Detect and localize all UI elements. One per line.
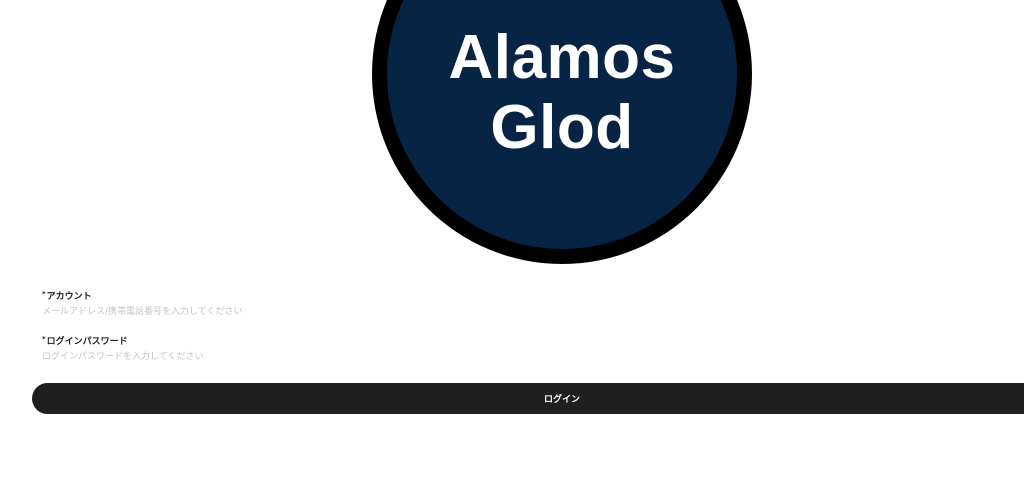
password-required-mark: * — [42, 335, 46, 343]
password-input[interactable] — [42, 350, 542, 364]
password-label-text: ログインパスワード — [46, 337, 128, 347]
account-required-mark: * — [42, 290, 46, 298]
password-label: *ログインパスワード — [42, 333, 128, 348]
account-label-text: アカウント — [46, 292, 92, 302]
brand-logo-circle: Alamos Glod — [387, 0, 737, 249]
login-button[interactable]: ログイン — [32, 383, 1024, 414]
brand-logo-text-line1: Alamos — [448, 23, 676, 92]
account-label: *アカウント — [42, 288, 92, 303]
login-page: Alamos Glod *アカウント *ログインパスワード ログイン — [0, 0, 1024, 486]
account-input[interactable] — [42, 305, 542, 319]
brand-logo-text-line2: Glod — [490, 93, 634, 162]
login-button-label: ログイン — [544, 395, 581, 405]
brand-logo: Alamos Glod — [372, 0, 752, 264]
